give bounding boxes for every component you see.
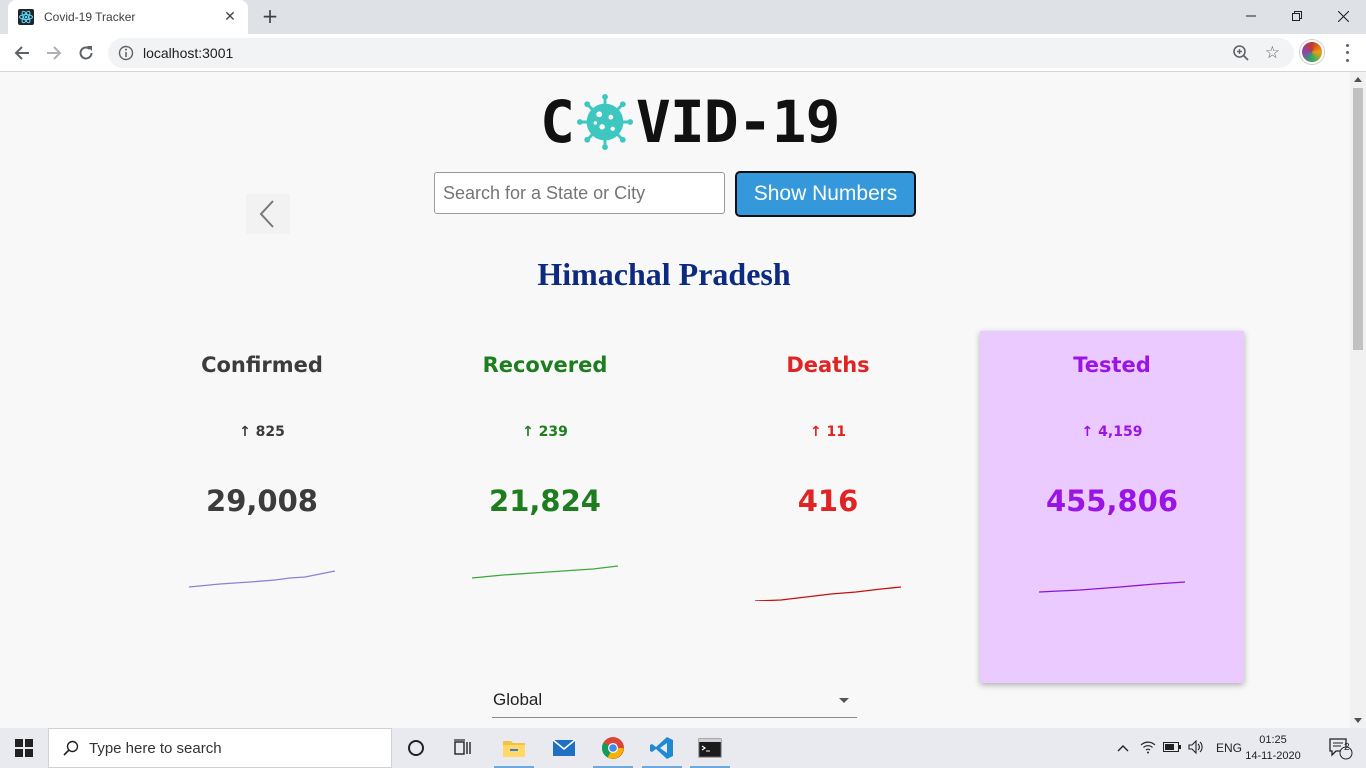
show-numbers-button[interactable]: Show Numbers bbox=[735, 171, 916, 217]
tested-sparkline bbox=[1038, 581, 1186, 593]
start-button[interactable] bbox=[0, 728, 48, 768]
react-favicon-icon bbox=[18, 9, 34, 25]
confirmed-label: Confirmed bbox=[201, 353, 323, 377]
vscode-button[interactable] bbox=[638, 728, 686, 768]
restore-button[interactable] bbox=[1274, 0, 1320, 32]
covid-logo: C VID-19 bbox=[540, 88, 841, 156]
mail-button[interactable] bbox=[540, 728, 588, 768]
taskbar-search-placeholder: Type here to search bbox=[89, 739, 222, 757]
address-bar[interactable]: localhost:3001 ☆ bbox=[108, 38, 1294, 68]
restore-icon bbox=[1292, 11, 1302, 21]
close-window-icon bbox=[1337, 10, 1349, 22]
minimize-icon bbox=[1246, 15, 1256, 17]
recovered-card: Recovered ↑ 239 21,824 bbox=[413, 331, 677, 683]
tested-total: 455,806 bbox=[1045, 484, 1179, 518]
deaths-spark-line bbox=[754, 586, 902, 601]
recovered-spark-line bbox=[471, 565, 619, 579]
clock-time: 01:25 bbox=[1259, 734, 1287, 746]
region-scope-select[interactable]: Global bbox=[492, 682, 857, 718]
browser-tab[interactable]: Covid-19 Tracker ✕ bbox=[8, 0, 248, 34]
vscode-icon bbox=[650, 737, 673, 759]
chrome-button[interactable] bbox=[589, 728, 637, 768]
bookmark-star-icon[interactable]: ☆ bbox=[1265, 43, 1280, 63]
url-text: localhost:3001 bbox=[143, 45, 234, 61]
confirmed-spark-line bbox=[188, 570, 336, 588]
logo-text-start: C bbox=[540, 88, 575, 156]
folder-icon bbox=[503, 741, 525, 757]
deaths-delta: ↑ 11 bbox=[809, 424, 847, 440]
profile-avatar[interactable] bbox=[1300, 40, 1324, 64]
close-window-button[interactable] bbox=[1320, 0, 1366, 32]
reload-icon bbox=[79, 46, 93, 60]
caret-down-icon bbox=[839, 698, 849, 703]
action-center-button[interactable]: 2 bbox=[1316, 728, 1364, 768]
chevron-up-icon[interactable] bbox=[1114, 741, 1132, 755]
system-tray: ENG bbox=[1114, 728, 1242, 768]
recovered-total: 21,824 bbox=[489, 484, 601, 518]
close-tab-icon[interactable]: ✕ bbox=[222, 9, 238, 25]
battery-icon[interactable] bbox=[1160, 741, 1184, 755]
input-language[interactable]: ENG bbox=[1216, 741, 1242, 755]
back-button[interactable] bbox=[9, 40, 35, 66]
arrow-right-icon bbox=[47, 46, 62, 60]
previous-button[interactable] bbox=[246, 194, 290, 234]
confirmed-total: 29,008 bbox=[206, 484, 318, 518]
tested-label: Tested bbox=[1073, 353, 1151, 377]
terminal-icon bbox=[698, 738, 722, 758]
confirmed-card: Confirmed ↑ 825 29,008 bbox=[130, 331, 394, 683]
volume-icon[interactable] bbox=[1184, 739, 1208, 757]
cortana-button[interactable] bbox=[392, 728, 440, 768]
mail-icon bbox=[552, 739, 576, 756]
region-title: Himachal Pradesh bbox=[537, 256, 791, 292]
deaths-label: Deaths bbox=[786, 353, 870, 377]
task-view-button[interactable] bbox=[440, 728, 488, 768]
chrome-icon bbox=[602, 737, 624, 759]
deaths-sparkline bbox=[754, 586, 902, 601]
taskbar-clock[interactable]: 01:25 14-11-2020 bbox=[1244, 732, 1302, 764]
minimize-button[interactable] bbox=[1228, 0, 1274, 32]
deaths-total: 416 bbox=[797, 484, 859, 518]
virus-icon bbox=[576, 93, 633, 151]
tested-delta: ↑ 4,159 bbox=[1081, 424, 1143, 440]
scroll-down-icon[interactable] bbox=[1354, 718, 1362, 723]
region-scope-value: Global bbox=[493, 690, 543, 709]
page-viewport: C VID-19 Show Numbers Himachal Pradesh bbox=[0, 72, 1350, 728]
forward-button[interactable] bbox=[41, 40, 67, 66]
deaths-card: Deaths ↑ 11 416 bbox=[696, 331, 960, 683]
task-view-icon bbox=[454, 739, 471, 755]
terminal-button[interactable] bbox=[686, 728, 734, 768]
confirmed-sparkline bbox=[188, 570, 336, 588]
file-explorer-button[interactable] bbox=[490, 728, 538, 768]
taskbar-search-box[interactable]: Type here to search bbox=[48, 728, 392, 768]
notification-count: 2 bbox=[1344, 742, 1350, 753]
windows-logo-icon bbox=[15, 739, 33, 757]
browser-menu-icon[interactable] bbox=[1338, 42, 1356, 64]
reload-button[interactable] bbox=[73, 40, 99, 66]
search-icon bbox=[63, 740, 79, 756]
state-city-search-input[interactable] bbox=[434, 172, 725, 214]
browser-tabstrip: Covid-19 Tracker ✕ + bbox=[0, 0, 1366, 34]
scroll-up-icon[interactable] bbox=[1354, 77, 1362, 82]
tab-title: Covid-19 Tracker bbox=[44, 10, 136, 24]
tested-spark-line bbox=[1038, 581, 1186, 593]
clock-date: 14-11-2020 bbox=[1245, 750, 1301, 762]
recovered-label: Recovered bbox=[482, 353, 608, 377]
recovered-sparkline bbox=[471, 565, 619, 579]
cortana-circle-icon bbox=[408, 740, 424, 756]
page-scrollbar[interactable] bbox=[1350, 72, 1366, 728]
recovered-delta: ↑ 239 bbox=[522, 424, 568, 440]
new-tab-button[interactable]: + bbox=[258, 6, 282, 28]
tested-card: Tested ↑ 4,159 455,806 bbox=[980, 331, 1244, 683]
arrow-left-icon bbox=[14, 46, 29, 60]
info-icon[interactable] bbox=[118, 45, 134, 61]
wifi-icon[interactable] bbox=[1136, 740, 1160, 757]
zoom-icon[interactable] bbox=[1232, 44, 1250, 62]
logo-text-end: VID-19 bbox=[635, 88, 841, 156]
windows-taskbar: Type here to search ENG 01:25 14-11-2020… bbox=[0, 728, 1366, 768]
confirmed-delta: ↑ 825 bbox=[239, 424, 285, 440]
browser-toolbar: localhost:3001 ☆ bbox=[0, 34, 1366, 72]
chevron-left-icon bbox=[259, 200, 274, 228]
scrollbar-thumb[interactable] bbox=[1353, 88, 1363, 350]
